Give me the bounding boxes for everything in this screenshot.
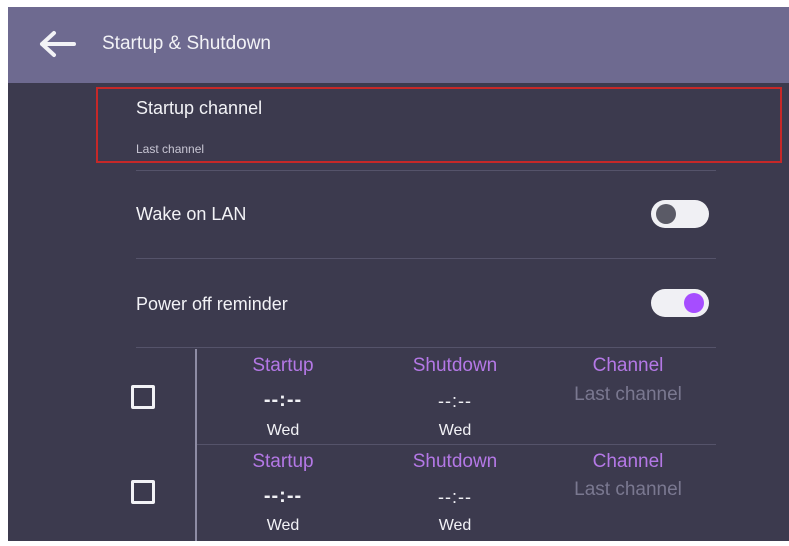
toggle-knob <box>656 204 676 224</box>
shutdown-day[interactable]: Wed <box>380 422 530 440</box>
startup-header: Startup <box>252 355 314 376</box>
settings-screen: Startup & Shutdown Startup channel Last … <box>8 7 789 541</box>
divider <box>197 444 716 445</box>
shutdown-header: Shutdown <box>412 451 498 472</box>
startup-day[interactable]: Wed <box>208 422 358 440</box>
power-off-reminder-label: Power off reminder <box>136 294 288 314</box>
channel-header: Channel <box>592 451 664 472</box>
shutdown-header: Shutdown <box>412 355 498 376</box>
startup-day[interactable]: Wed <box>208 517 358 535</box>
startup-header: Startup <box>252 451 314 472</box>
arrow-left-icon[interactable] <box>38 29 78 59</box>
channel-header: Channel <box>592 355 664 376</box>
header-bar: Startup & Shutdown <box>8 7 789 83</box>
channel-value[interactable]: Last channel <box>548 479 708 501</box>
startup-time[interactable]: --:-- <box>208 389 358 412</box>
page-title: Startup & Shutdown <box>102 33 271 54</box>
wake-on-lan-label: Wake on LAN <box>136 204 247 224</box>
schedule-checkbox[interactable] <box>131 480 155 504</box>
divider <box>136 170 716 171</box>
schedule-separator <box>195 349 197 541</box>
startup-channel-label: Startup channel <box>136 98 263 118</box>
divider <box>136 347 716 348</box>
channel-value[interactable]: Last channel <box>548 384 708 406</box>
startup-time[interactable]: --:-- <box>208 485 358 508</box>
divider <box>136 258 716 259</box>
shutdown-time[interactable]: --:-- <box>380 487 530 508</box>
shutdown-day[interactable]: Wed <box>380 517 530 535</box>
power-off-reminder-toggle[interactable] <box>651 289 709 317</box>
wake-on-lan-toggle[interactable] <box>651 200 709 228</box>
shutdown-time[interactable]: --:-- <box>380 391 530 412</box>
toggle-knob <box>684 293 704 313</box>
schedule-checkbox[interactable] <box>131 385 155 409</box>
startup-channel-value: Last channel <box>136 142 205 156</box>
